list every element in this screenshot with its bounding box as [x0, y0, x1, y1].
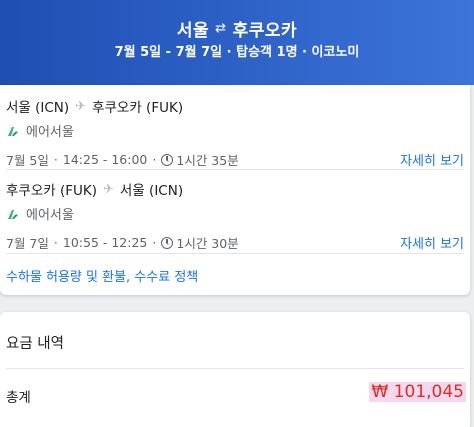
- segment-meta: 7월 7일 · 10:55 - 12:25 · 1시간 30분 자세히 보기: [6, 233, 464, 252]
- flight-segment-return: 후쿠오카 (FUK) ✈ 서울 (ICN) 에어서울 7월 7일 · 10:55…: [6, 179, 464, 253]
- price-card: 요금 내역 총계 ₩ 101,045: [0, 312, 470, 427]
- segment-to: 후쿠오카 (FUK): [92, 100, 184, 116]
- segment-time: 10:55 - 12:25: [62, 235, 148, 250]
- clock-icon: [161, 153, 174, 166]
- destination-city: 후쿠오카: [232, 21, 298, 41]
- airplane-icon: ✈: [75, 98, 87, 114]
- segment-date: 7월 7일: [6, 236, 49, 251]
- separator: ·: [152, 235, 157, 250]
- trip-header: 서울 ⇄ 후쿠오카 7월 5일 - 7월 7일 · 탑승객 1명 · 이코노미: [0, 0, 474, 85]
- segment-to: 서울 (ICN): [119, 183, 184, 199]
- airline-name: 에어서울: [26, 125, 74, 140]
- separator: ·: [53, 152, 58, 167]
- air-seoul-logo-icon: [8, 209, 18, 219]
- route-title: 서울 ⇄ 후쿠오카: [0, 16, 474, 41]
- divider: [6, 169, 464, 170]
- segment-from: 서울 (ICN): [6, 100, 70, 116]
- divider: [6, 253, 464, 254]
- segment-route: 후쿠오카 (FUK) ✈ 서울 (ICN): [6, 179, 464, 200]
- flight-segment-outbound: 서울 (ICN) ✈ 후쿠오카 (FUK) 에어서울 7월 5일 · 14:25…: [6, 96, 464, 170]
- separator: ·: [53, 235, 58, 250]
- clock-icon: [161, 236, 174, 249]
- swap-arrows-icon: ⇄: [215, 21, 227, 36]
- details-link[interactable]: 자세히 보기: [400, 150, 464, 169]
- price-title: 요금 내역: [6, 336, 64, 352]
- segment-duration: 1시간 30분: [176, 236, 239, 251]
- segment-duration: 1시간 35분: [176, 153, 239, 168]
- divider: [6, 368, 464, 369]
- segment-airline: 에어서울: [6, 121, 464, 140]
- airline-name: 에어서울: [26, 208, 74, 223]
- air-seoul-logo-icon: [8, 126, 18, 136]
- segment-airline: 에어서울: [6, 204, 464, 223]
- total-price: ₩ 101,045: [369, 382, 466, 402]
- separator: ·: [152, 152, 157, 167]
- segment-from: 후쿠오카 (FUK): [6, 183, 98, 199]
- segment-date: 7월 5일: [6, 153, 49, 168]
- origin-city: 서울: [176, 21, 210, 41]
- segment-time: 14:25 - 16:00: [62, 152, 148, 167]
- segment-route: 서울 (ICN) ✈ 후쿠오카 (FUK): [6, 96, 464, 117]
- total-label: 총계: [6, 390, 31, 406]
- segment-meta: 7월 5일 · 14:25 - 16:00 · 1시간 35분 자세히 보기: [6, 150, 464, 169]
- details-link[interactable]: 자세히 보기: [400, 233, 464, 252]
- policy-link[interactable]: 수하물 허용량 및 환불, 수수료 정책: [6, 266, 198, 285]
- trip-summary: 7월 5일 - 7월 7일 · 탑승객 1명 · 이코노미: [114, 45, 360, 60]
- flights-card: 서울 (ICN) ✈ 후쿠오카 (FUK) 에어서울 7월 5일 · 14:25…: [0, 85, 470, 295]
- airplane-icon: ✈: [103, 181, 114, 197]
